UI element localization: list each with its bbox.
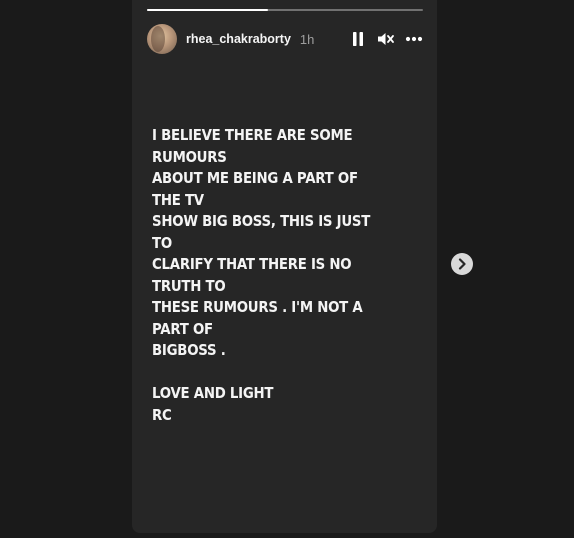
pause-icon — [353, 32, 363, 46]
story-text: I BELIEVE THERE ARE SOME RUMOURS ABOUT M… — [152, 126, 371, 424]
username[interactable]: rhea_chakraborty — [186, 32, 291, 46]
next-story-button[interactable] — [451, 253, 473, 275]
story-header: rhea_chakraborty 1h — [147, 23, 423, 55]
story-card[interactable]: rhea_chakraborty 1h I BELIEVE THERE ARE … — [132, 0, 437, 533]
more-options-button[interactable] — [405, 30, 423, 48]
muted-speaker-icon — [378, 33, 394, 45]
story-progress-fill — [147, 9, 269, 11]
more-horizontal-icon — [405, 36, 423, 42]
story-timestamp: 1h — [299, 31, 315, 47]
chevron-right-icon — [458, 258, 466, 270]
mute-button[interactable] — [377, 30, 395, 48]
story-controls — [349, 30, 423, 48]
pause-button[interactable] — [349, 30, 367, 48]
story-viewer: rhea_chakraborty 1h I BELIEVE THERE ARE … — [0, 0, 574, 538]
story-progress-bar — [147, 9, 423, 11]
avatar[interactable] — [147, 24, 177, 54]
